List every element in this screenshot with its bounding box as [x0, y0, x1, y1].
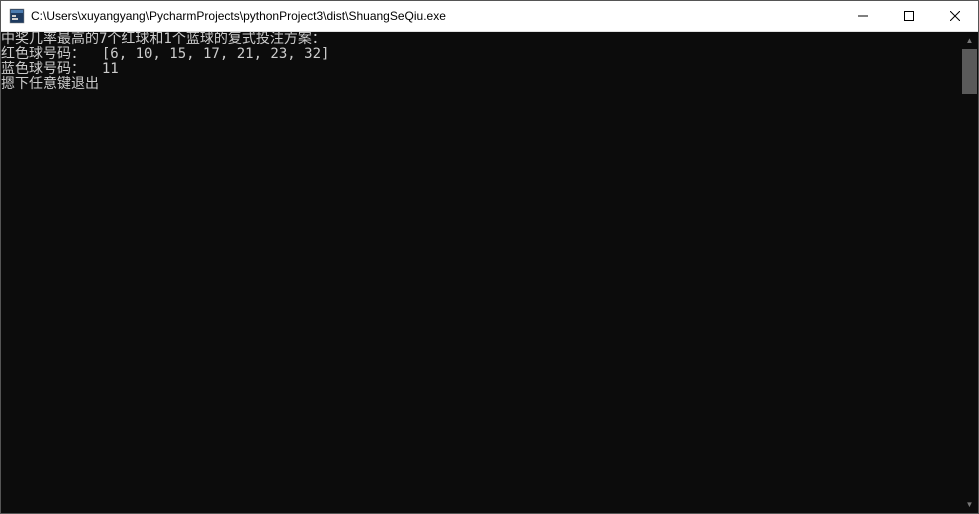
- console-line: 蓝色球号码： 11: [1, 62, 961, 77]
- window-controls: [840, 1, 978, 31]
- console-line: 中奖几率最高的7个红球和1个蓝球的复式投注方案：: [1, 32, 961, 47]
- scrollbar-up-arrow[interactable]: ▲: [961, 32, 978, 49]
- minimize-button[interactable]: [840, 1, 886, 31]
- scrollbar-track[interactable]: [961, 49, 978, 496]
- window-title: C:\Users\xuyangyang\PycharmProjects\pyth…: [31, 9, 840, 23]
- maximize-button[interactable]: [886, 1, 932, 31]
- console-line: 摁下任意键退出: [1, 77, 961, 92]
- console-output[interactable]: 中奖几率最高的7个红球和1个蓝球的复式投注方案：红色球号码： [6, 10, 1…: [1, 32, 961, 513]
- scrollbar-thumb[interactable]: [962, 49, 977, 94]
- console-line: 红色球号码： [6, 10, 15, 17, 21, 23, 32]: [1, 47, 961, 62]
- console-window: C:\Users\xuyangyang\PycharmProjects\pyth…: [1, 1, 978, 513]
- console-container: 中奖几率最高的7个红球和1个蓝球的复式投注方案：红色球号码： [6, 10, 1…: [1, 32, 978, 513]
- titlebar[interactable]: C:\Users\xuyangyang\PycharmProjects\pyth…: [1, 1, 978, 32]
- vertical-scrollbar[interactable]: ▲ ▼: [961, 32, 978, 513]
- scrollbar-down-arrow[interactable]: ▼: [961, 496, 978, 513]
- app-icon: [9, 8, 25, 24]
- close-button[interactable]: [932, 1, 978, 31]
